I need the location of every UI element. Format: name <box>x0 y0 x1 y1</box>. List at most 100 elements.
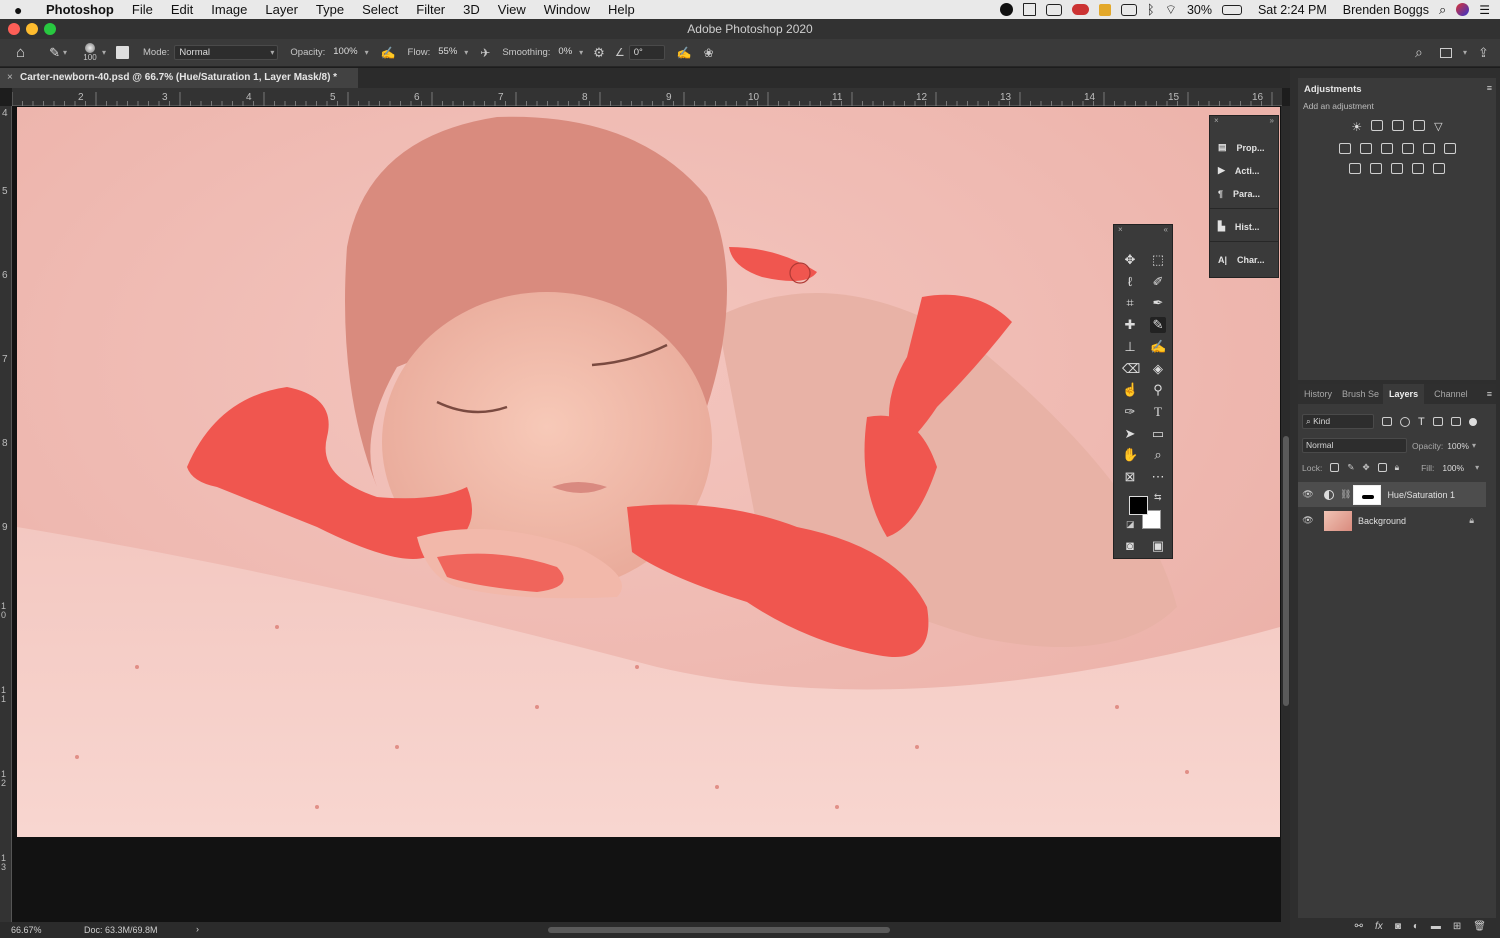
smoothing-settings-gear-icon[interactable]: ⚙ <box>593 45 605 61</box>
scroll-thumb[interactable] <box>1283 436 1289 706</box>
link-layers-icon[interactable]: ⚯ <box>1355 921 1363 932</box>
doc-size-info[interactable]: Doc: 63.3M/69.8M <box>84 925 158 935</box>
paragraph-panel-button[interactable]: ¶ Para... <box>1210 182 1278 205</box>
layer-name[interactable]: Background <box>1358 516 1406 526</box>
visibility-eye-icon[interactable]: 👁︎ <box>1298 489 1318 500</box>
healing-brush-tool-icon[interactable]: ✚ <box>1122 317 1138 333</box>
menu-file[interactable]: File <box>123 0 162 19</box>
history-brush-tool-icon[interactable]: ✍ <box>1150 339 1166 355</box>
tab-layers[interactable]: Layers <box>1383 384 1425 404</box>
record-icon[interactable] <box>999 3 1013 16</box>
levels-icon[interactable] <box>1371 120 1384 131</box>
mode-select[interactable]: Normal ▾ <box>174 45 279 60</box>
menu-help[interactable]: Help <box>599 0 644 19</box>
tab-channels[interactable]: Channel <box>1424 389 1478 399</box>
menu-type[interactable]: Type <box>307 0 353 19</box>
default-colors-icon[interactable]: ◪ <box>1126 519 1135 530</box>
vibrance-icon[interactable] <box>1338 143 1351 154</box>
s-icon[interactable] <box>1098 3 1111 16</box>
eraser-tool-icon[interactable]: ⌫ <box>1122 361 1140 377</box>
close-tab-icon[interactable]: × <box>7 68 13 88</box>
layer-name[interactable]: Hue/Saturation 1 <box>1387 490 1455 500</box>
layer-mask-thumbnail[interactable] <box>1353 484 1382 505</box>
lasso-tool-icon[interactable]: ℓ <box>1122 274 1138 290</box>
frame-tool-icon[interactable]: ⊠ <box>1122 469 1138 485</box>
marquee-tool-icon[interactable]: ⬚ <box>1150 252 1166 268</box>
opacity-field[interactable]: 100% <box>329 45 361 60</box>
airbrush-icon[interactable]: ✈ <box>480 46 490 60</box>
tab-brush-settings[interactable]: Brush Se <box>1338 389 1383 399</box>
filter-smart-object-icon[interactable] <box>1450 417 1461 426</box>
color-lookup-icon[interactable] <box>1443 143 1456 154</box>
pressure-size-icon[interactable]: ✍ <box>677 46 692 60</box>
filter-pixel-icon[interactable] <box>1382 417 1392 426</box>
add-mask-icon[interactable]: ◙ <box>1395 921 1401 932</box>
filter-toggle-icon[interactable] <box>1468 417 1477 426</box>
chevron-down-icon[interactable]: ▾ <box>464 48 468 57</box>
path-selection-tool-icon[interactable]: ➤ <box>1122 426 1138 442</box>
rectangle-tool-icon[interactable]: ▭ <box>1150 426 1166 442</box>
exposure-icon[interactable] <box>1413 120 1426 131</box>
foreground-color-swatch[interactable] <box>1129 496 1148 515</box>
gradient-triangle-icon[interactable]: ▽ <box>1434 120 1442 134</box>
zoom-tool-icon[interactable]: ⌕ <box>1150 447 1166 463</box>
visibility-eye-icon[interactable]: 👁︎ <box>1298 515 1318 526</box>
collapse-icon[interactable]: « <box>1164 225 1168 237</box>
chevron-down-icon[interactable]: ▾ <box>365 48 369 57</box>
panel-menu-icon[interactable]: ≡ <box>1487 83 1492 93</box>
filter-adjustment-icon[interactable] <box>1400 416 1410 427</box>
angle-field[interactable]: 0° <box>628 45 665 60</box>
dodge-tool-icon[interactable]: ⚲ <box>1150 382 1166 398</box>
tab-history[interactable]: History <box>1298 389 1338 399</box>
filter-shape-icon[interactable] <box>1432 417 1443 426</box>
apple-icon[interactable]: ● <box>14 2 34 18</box>
pressure-opacity-icon[interactable]: ✍ <box>381 46 396 60</box>
mask-link-icon[interactable]: ⛓ <box>1340 489 1351 500</box>
lock-icon[interactable]: 🔒︎ <box>1469 515 1474 526</box>
smoothing-field[interactable]: 0% <box>554 45 576 60</box>
symmetry-icon[interactable]: ❀ <box>704 46 714 60</box>
home-icon[interactable]: ⌂ <box>16 44 25 61</box>
close-icon[interactable]: × <box>1118 225 1123 237</box>
quick-mask-icon[interactable]: ◙ <box>1122 538 1138 554</box>
expand-icon[interactable]: » <box>1270 116 1274 128</box>
brush-tool-icon[interactable]: ✎ <box>1150 317 1166 333</box>
workspace-icon[interactable] <box>1440 47 1452 58</box>
brightness-contrast-icon[interactable]: ☀ <box>1351 120 1362 134</box>
horizontal-ruler[interactable]: 2 3 4 5 6 7 8 9 10 11 12 13 14 15 16 <box>12 88 1282 106</box>
document-canvas-photo[interactable] <box>17 107 1280 837</box>
status-expand-icon[interactable]: › <box>196 924 199 934</box>
menu-image[interactable]: Image <box>202 0 256 19</box>
properties-panel-button[interactable]: ▤ Prop... <box>1210 136 1278 159</box>
menu-app-name[interactable]: Photoshop <box>34 0 123 19</box>
filter-type-icon[interactable]: T <box>1418 416 1425 428</box>
canvas-vertical-scrollbar[interactable] <box>1281 106 1290 922</box>
chevron-down-icon[interactable]: ▾ <box>1475 463 1479 472</box>
menu-window[interactable]: Window <box>535 0 599 19</box>
adjustments-title[interactable]: Adjustments <box>1298 78 1496 101</box>
siri-icon[interactable] <box>1456 3 1470 16</box>
battery-icon[interactable] <box>1221 4 1242 15</box>
search-icon[interactable]: ⌕ <box>1415 44 1423 61</box>
gradient-map-icon[interactable] <box>1433 163 1445 174</box>
curves-icon[interactable] <box>1392 120 1405 131</box>
layer-filter-kind-select[interactable]: ⌕ Kind <box>1302 414 1374 429</box>
chevron-down-icon[interactable]: ▾ <box>1463 48 1467 57</box>
menu-filter[interactable]: Filter <box>407 0 454 19</box>
invert-icon[interactable] <box>1349 163 1361 174</box>
smudge-tool-icon[interactable]: ☝ <box>1122 382 1138 398</box>
screen-mode-icon[interactable]: ▣ <box>1150 538 1166 554</box>
parking-icon[interactable] <box>1022 3 1036 16</box>
bluetooth-icon[interactable]: ᛒ <box>1147 2 1155 17</box>
lock-all-icon[interactable]: 🔒︎ <box>1395 462 1400 473</box>
zoom-window-button[interactable] <box>44 23 56 35</box>
fx-icon[interactable]: fx <box>1375 921 1383 932</box>
brush-tool-preset-icon[interactable]: ✎ <box>49 45 60 61</box>
panel-collapse-bar[interactable] <box>1290 68 1500 78</box>
hand-tool-icon[interactable]: ✋ <box>1122 447 1138 463</box>
clock[interactable]: Sat 2:24 PM <box>1258 3 1327 17</box>
pen-tool-icon[interactable]: ✑ <box>1122 404 1138 420</box>
threshold-icon[interactable] <box>1391 163 1403 174</box>
menu-view[interactable]: View <box>489 0 535 19</box>
swap-colors-icon[interactable]: ⇆ <box>1154 492 1162 503</box>
